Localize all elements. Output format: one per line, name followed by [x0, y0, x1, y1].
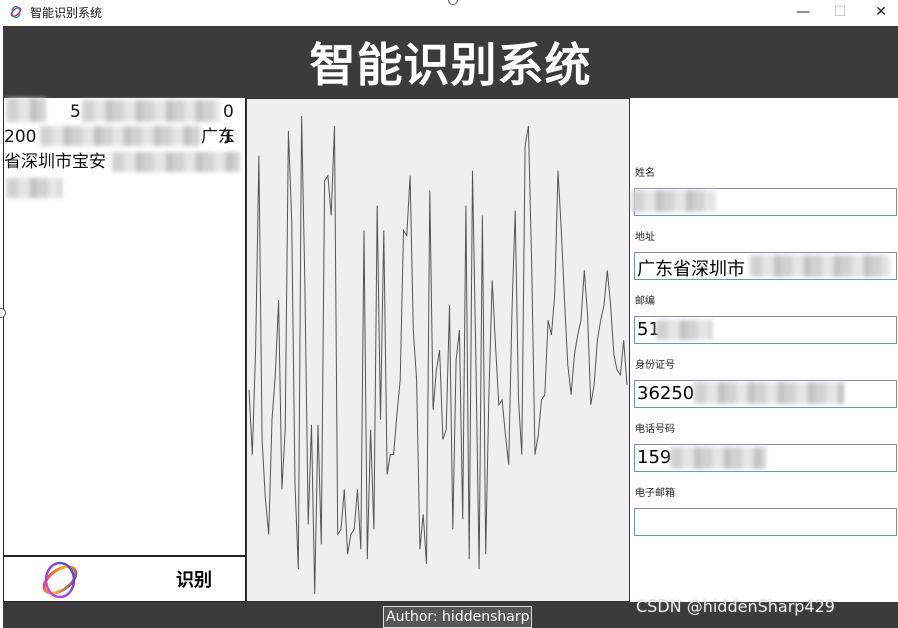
redaction-blur	[632, 190, 716, 212]
redaction-blur	[750, 255, 890, 277]
close-button[interactable]: ✕	[859, 0, 898, 24]
main-window: 智能识别系统 5 01 200 广东 省深圳市宝安 识别 姓名 地址 广东省深圳…	[3, 24, 898, 628]
watermark-text: CSDN @hiddenSharp429	[636, 597, 835, 616]
waveform-plot	[246, 98, 630, 602]
redaction-blur	[694, 382, 844, 404]
info-form: 姓名 地址 广东省深圳市 邮编 51 身份证号 36250 电话号码 159 电…	[630, 98, 898, 602]
redaction-blur	[6, 178, 62, 198]
app-logo-icon	[10, 5, 22, 19]
recognize-button[interactable]: 识别	[154, 563, 234, 595]
id-number-label: 身份证号	[635, 360, 675, 371]
email-field[interactable]	[634, 508, 897, 536]
redaction-blur	[40, 126, 200, 146]
phone-label: 电话号码	[635, 424, 675, 435]
redaction-blur	[656, 320, 712, 340]
ocr-line3: 省深圳市宝安	[4, 152, 106, 172]
ocr-text-panel[interactable]: 5 01 200 广东 省深圳市宝安	[3, 98, 246, 556]
redaction-blur	[670, 447, 766, 469]
waveform-line	[248, 115, 628, 595]
email-label: 电子邮箱	[635, 488, 675, 499]
action-bar: 识别	[3, 556, 246, 602]
redaction-blur	[112, 152, 240, 172]
logo-icon	[42, 561, 78, 599]
postcode-label: 邮编	[635, 296, 655, 307]
address-label: 地址	[635, 232, 655, 243]
redaction-blur	[82, 100, 220, 122]
name-label: 姓名	[635, 168, 655, 179]
maximize-button[interactable]: ☐	[818, 0, 862, 24]
redaction-blur	[6, 98, 46, 122]
waveform-svg	[248, 115, 628, 595]
ocr-line2: 200 广东	[4, 127, 235, 147]
author-label: Author: hiddensharp	[383, 606, 533, 628]
page-title: 智能识别系统	[309, 38, 592, 92]
header-bar: 智能识别系统	[3, 26, 898, 98]
window-title: 智能识别系统	[30, 6, 103, 20]
